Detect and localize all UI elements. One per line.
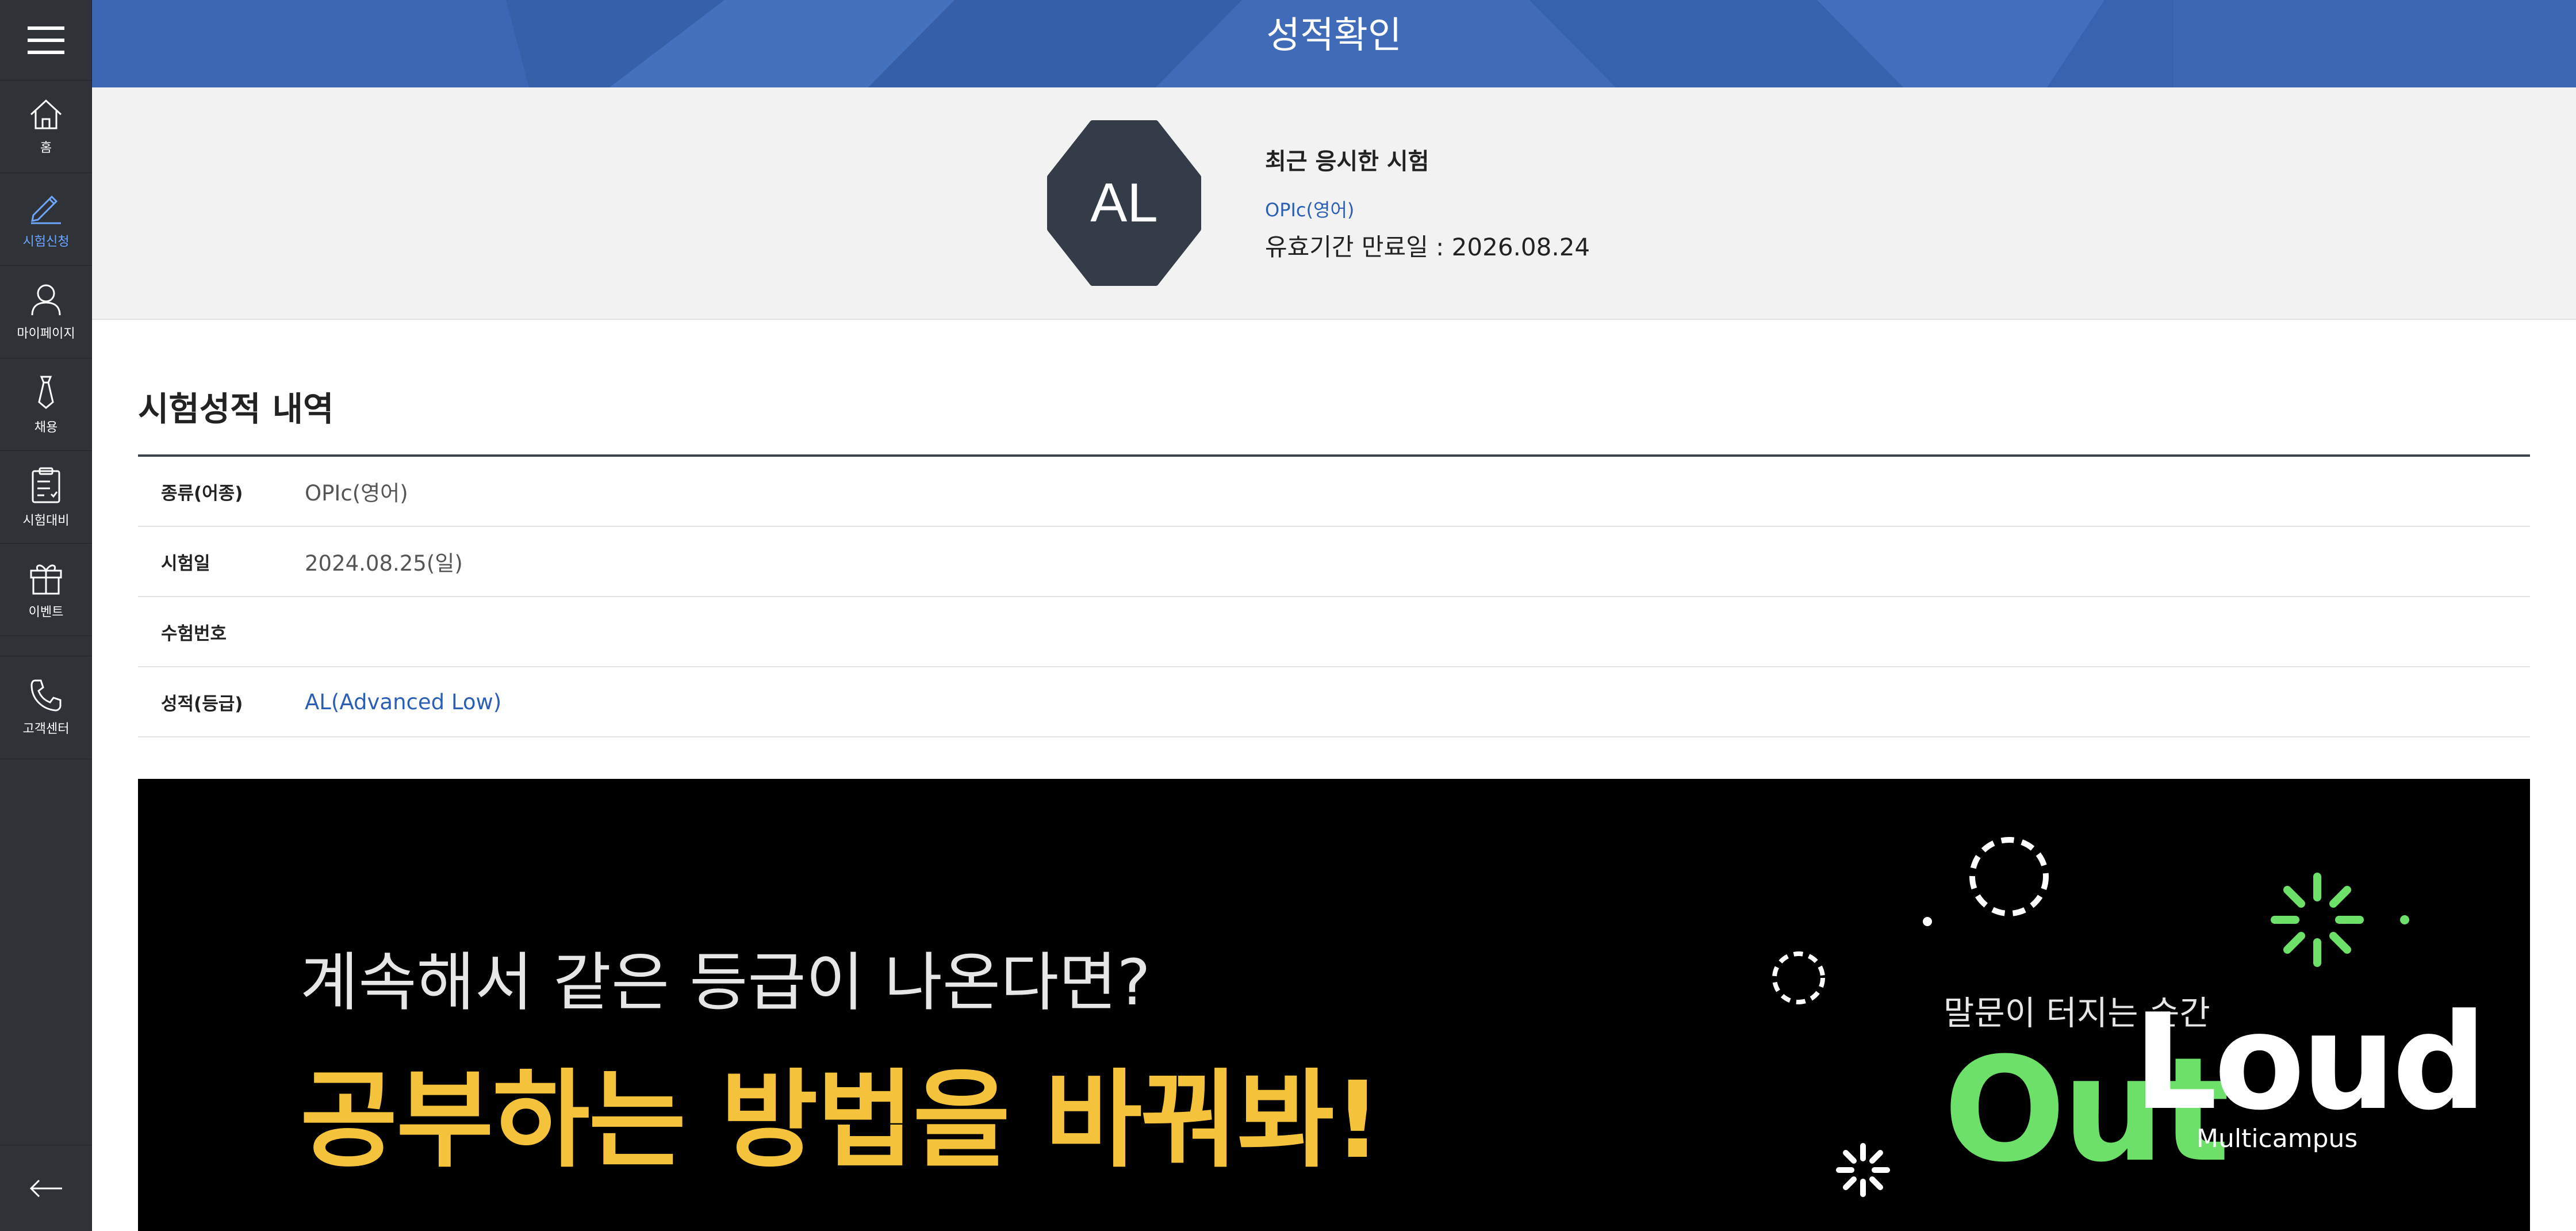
user-icon [31, 284, 61, 315]
logo-brand-text: Multicampus [2196, 1124, 2358, 1153]
row-value-type: OPIc(영어) [305, 481, 408, 506]
logo-loud-text: Loud [2133, 986, 2487, 1140]
sidebar-item-label: 시험신청 [22, 234, 70, 249]
arrow-left-icon [29, 1179, 62, 1197]
sidebar-item-label: 이벤트 [28, 605, 64, 620]
score-history-table: 종류(어종) OPIc(영어) 시험일 2024.08.25(일) 수험번호 성… [138, 454, 2530, 737]
recent-exam-expiry: 유효기간 만료일 : 2026.08.24 [1265, 233, 1590, 261]
grade-badge-text: AL [1090, 172, 1158, 234]
sidebar-item-label: 마이페이지 [17, 326, 75, 341]
row-label-exam-number: 수험번호 [161, 623, 227, 644]
recent-exam-title: 최근 응시한 시험 [1265, 148, 1429, 175]
sidebar-item-label: 홈 [40, 140, 52, 155]
sidebar-item-event[interactable]: 이벤트 [0, 544, 92, 636]
home-icon [30, 99, 62, 129]
sidebar-item-label: 채용 [34, 420, 58, 435]
pencil-icon [31, 195, 61, 224]
row-value-exam-date: 2024.08.25(일) [305, 551, 463, 576]
row-label-grade: 성적(등급) [161, 693, 243, 714]
sidebar: 홈 시험신청 마이페이지 채용 시험대비 이벤트 고객센터 [0, 0, 92, 1231]
table-row: 시험일 2024.08.25(일) [138, 527, 2530, 597]
sidebar-item-home[interactable]: 홈 [0, 81, 92, 173]
tie-icon [38, 376, 54, 409]
sidebar-item-recruit[interactable]: 채용 [0, 359, 92, 451]
sidebar-item-label: 고객센터 [22, 722, 70, 736]
recent-exam-name[interactable]: OPIc(영어) [1265, 196, 1354, 222]
row-label-type: 종류(어종) [161, 483, 243, 504]
sidebar-item-exam-apply[interactable]: 시험신청 [0, 174, 92, 266]
promo-banner[interactable]: 계속해서 같은 등급이 나온다면? 공부하는 방법을 바꿔봐! 말문이 터지는 … [138, 779, 2530, 1231]
page-header: 성적확인 [92, 0, 2576, 87]
page-title: 성적확인 [1266, 14, 1402, 57]
recent-exam-section: AL 최근 응시한 시험 OPIc(영어) 유효기간 만료일 : 2026.08… [92, 87, 2576, 320]
table-row: 종류(어종) OPIc(영어) [138, 457, 2530, 527]
phone-icon [30, 679, 62, 712]
row-value-grade[interactable]: AL(Advanced Low) [305, 690, 501, 714]
row-label-exam-date: 시험일 [161, 553, 210, 574]
sidebar-item-label: 시험대비 [22, 513, 70, 528]
hamburger-menu-button[interactable] [0, 0, 92, 81]
table-row: 수험번호 [138, 597, 2530, 667]
sidebar-item-mypage[interactable]: 마이페이지 [0, 266, 92, 358]
sidebar-item-exam-prep[interactable]: 시험대비 [0, 452, 92, 544]
sidebar-item-customer-center[interactable]: 고객센터 [0, 656, 92, 759]
history-title: 시험성적 내역 [138, 389, 334, 429]
gift-icon [30, 564, 62, 594]
collapse-sidebar-button[interactable] [0, 1145, 92, 1231]
table-row: 성적(등급) AL(Advanced Low) [138, 667, 2530, 737]
hamburger-icon [28, 26, 64, 54]
clipboard-icon [32, 467, 60, 503]
